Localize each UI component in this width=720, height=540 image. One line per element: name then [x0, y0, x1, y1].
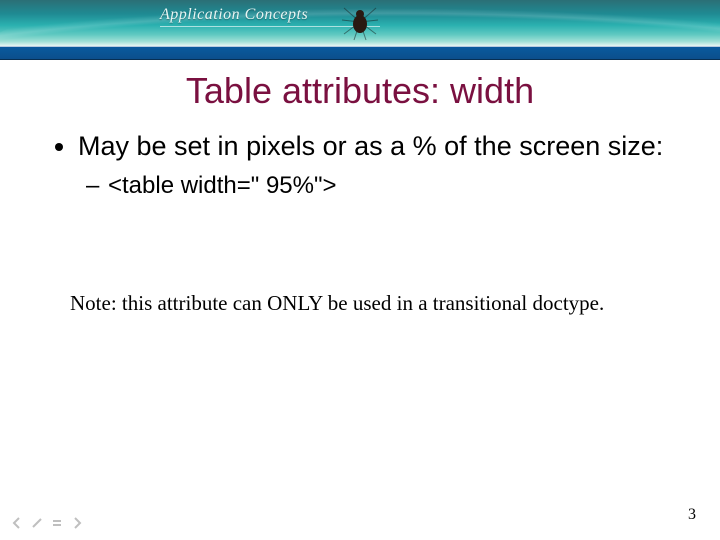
pen-icon[interactable]: [30, 516, 44, 530]
bullet-list: May be set in pixels or as a % of the sc…: [50, 130, 684, 201]
slide-note: Note: this attribute can ONLY be used in…: [50, 291, 684, 316]
menu-icon[interactable]: [50, 516, 64, 530]
slide-header: Application Concepts: [0, 0, 720, 46]
page-number: 3: [688, 506, 696, 524]
slide-content: May be set in pixels or as a % of the sc…: [0, 130, 720, 316]
sub-bullet-item: <table width=" 95%">: [108, 170, 684, 201]
bullet-text: May be set in pixels or as a % of the sc…: [78, 131, 663, 161]
next-icon[interactable]: [70, 516, 84, 530]
header-brand-text: Application Concepts: [160, 6, 308, 24]
slide-nav: [10, 516, 84, 530]
bullet-item: May be set in pixels or as a % of the sc…: [78, 130, 684, 201]
spider-icon: [340, 2, 380, 46]
slide-title-text: Table attributes: width: [186, 70, 534, 111]
prev-icon[interactable]: [10, 516, 24, 530]
slide-title: Table attributes: width: [0, 70, 720, 112]
sub-bullet-list: <table width=" 95%">: [78, 170, 684, 201]
sub-bullet-text: <table width=" 95%">: [108, 172, 337, 199]
header-divider-bar: [0, 46, 720, 60]
